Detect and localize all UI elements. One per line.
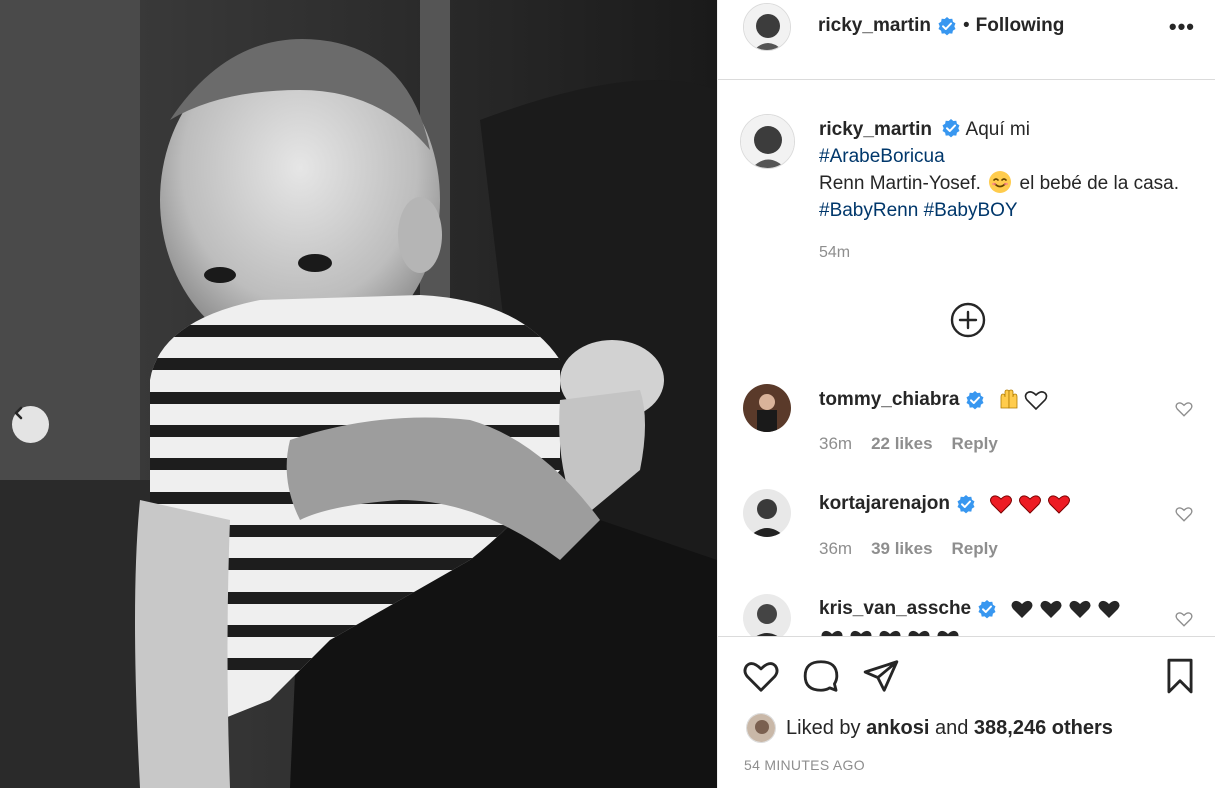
post-actions: Liked by ankosi and 388,246 others 54 MI… <box>718 636 1215 788</box>
black-heart-emoji-icon <box>879 630 901 636</box>
avatar-image <box>747 714 775 742</box>
comment-emojis <box>997 388 1048 412</box>
share-paper-plane-icon[interactable] <box>862 657 900 695</box>
post-header: ricky_martin • Following ••• <box>718 0 1215 80</box>
avatar-image <box>744 4 790 50</box>
comment-emojis-overflow <box>819 628 961 636</box>
more-options-button[interactable]: ••• <box>1169 14 1195 40</box>
commenter-avatar[interactable] <box>743 594 791 636</box>
verified-badge-icon <box>978 600 996 619</box>
liker-username[interactable]: ankosi <box>866 717 929 740</box>
comment-timestamp[interactable]: 36m <box>819 539 852 559</box>
comment-bubble-icon[interactable] <box>802 657 840 695</box>
comment-like-count[interactable]: 22 likes <box>871 434 932 454</box>
black-heart-emoji-icon <box>1011 600 1033 618</box>
comments-list[interactable]: ricky_martin Aquí mi #ArabeBoricua Renn … <box>718 80 1215 636</box>
caption-line-2: Renn Martin-Yosef. <box>819 173 981 194</box>
following-button[interactable]: Following <box>976 15 1065 37</box>
comment-meta: 36m 39 likes Reply <box>819 539 998 559</box>
comment-like-heart-icon[interactable] <box>1175 505 1193 523</box>
comment-meta: 36m 22 likes Reply <box>819 434 998 454</box>
comment-item: kris_van_assche <box>743 594 1193 636</box>
liker-avatar[interactable] <box>746 713 776 743</box>
reply-button[interactable]: Reply <box>952 539 998 559</box>
black-heart-emoji-icon <box>937 630 959 636</box>
verified-badge-icon <box>957 495 975 514</box>
avatar-image <box>743 384 791 432</box>
comment-item: kortajarenajon 36m 39 likes Reply <box>743 489 1193 579</box>
black-heart-emoji-icon <box>821 630 843 636</box>
commenter-avatar[interactable] <box>743 384 791 432</box>
black-heart-emoji-icon <box>1098 600 1120 618</box>
comment-emojis <box>1009 598 1122 620</box>
verified-badge-icon <box>942 119 960 138</box>
red-heart-emoji-icon <box>1018 495 1041 514</box>
post-photo <box>0 0 717 788</box>
caption-author-avatar[interactable] <box>740 114 795 169</box>
red-heart-emoji-icon <box>1047 495 1070 514</box>
black-heart-emoji-icon <box>1069 600 1091 618</box>
black-heart-emoji-icon <box>1040 600 1062 618</box>
caption-line-1: Aquí mi <box>965 119 1030 140</box>
smiling-face-emoji-icon <box>989 171 1012 193</box>
comment-like-count[interactable]: 39 likes <box>871 539 932 559</box>
hashtag-link[interactable]: #ArabeBoricua <box>819 146 945 167</box>
author-line: ricky_martin • Following <box>818 15 1064 37</box>
comment-timestamp[interactable]: 36m <box>819 434 852 454</box>
caption-timestamp[interactable]: 54m <box>819 244 850 262</box>
author-avatar[interactable] <box>743 3 791 51</box>
previous-slide-button[interactable] <box>12 406 49 443</box>
liked-and-label: and <box>934 716 969 739</box>
likes-summary: Liked by ankosi and 388,246 others <box>746 713 1113 743</box>
comment-like-heart-icon[interactable] <box>1175 400 1193 418</box>
liked-by-label: Liked by <box>786 716 861 739</box>
verified-badge-icon <box>938 17 956 36</box>
white-heart-emoji-icon <box>1025 391 1048 411</box>
comment-like-heart-icon[interactable] <box>1175 610 1193 628</box>
chevron-left-icon <box>14 406 23 420</box>
commenter-username[interactable]: kris_van_assche <box>819 598 971 620</box>
commenter-username[interactable]: tommy_chiabra <box>819 389 959 411</box>
reply-button[interactable]: Reply <box>952 434 998 454</box>
comment-item: tommy_chiabra 36m 22 likes Reply <box>743 384 1193 474</box>
comment-body: kris_van_assche <box>819 598 1122 620</box>
black-heart-emoji-icon <box>850 630 872 636</box>
avatar-image <box>741 115 794 168</box>
author-username[interactable]: ricky_martin <box>818 15 931 37</box>
comment-emojis <box>988 493 1072 515</box>
load-more-comments-icon[interactable] <box>950 302 986 338</box>
post-side-panel: ricky_martin • Following ••• ricky_marti… <box>717 0 1215 788</box>
save-bookmark-icon[interactable] <box>1161 657 1199 695</box>
avatar-image <box>743 594 791 636</box>
caption-username[interactable]: ricky_martin <box>819 119 932 140</box>
separator-dot: • <box>963 15 970 36</box>
commenter-avatar[interactable] <box>743 489 791 537</box>
red-heart-emoji-icon <box>989 495 1012 514</box>
comment-body: kortajarenajon <box>819 493 1072 515</box>
black-heart-emoji-icon <box>908 630 930 636</box>
likes-count-link[interactable]: 388,246 others <box>974 717 1113 740</box>
comment-body: tommy_chiabra <box>819 388 1048 412</box>
like-heart-icon[interactable] <box>742 657 780 695</box>
avatar-image <box>743 489 791 537</box>
hashtag-link[interactable]: #BabyBOY <box>924 200 1018 221</box>
caption-text: ricky_martin Aquí mi #ArabeBoricua Renn … <box>819 116 1179 224</box>
raising-hands-emoji-icon <box>1001 389 1018 409</box>
commenter-username[interactable]: kortajarenajon <box>819 493 950 515</box>
caption-line-3: el bebé de la casa. <box>1019 173 1180 194</box>
hashtag-link[interactable]: #BabyRenn <box>819 200 918 221</box>
post-timestamp[interactable]: 54 MINUTES AGO <box>744 757 865 773</box>
verified-badge-icon <box>966 391 984 410</box>
baby-photo-illustration <box>0 0 717 788</box>
